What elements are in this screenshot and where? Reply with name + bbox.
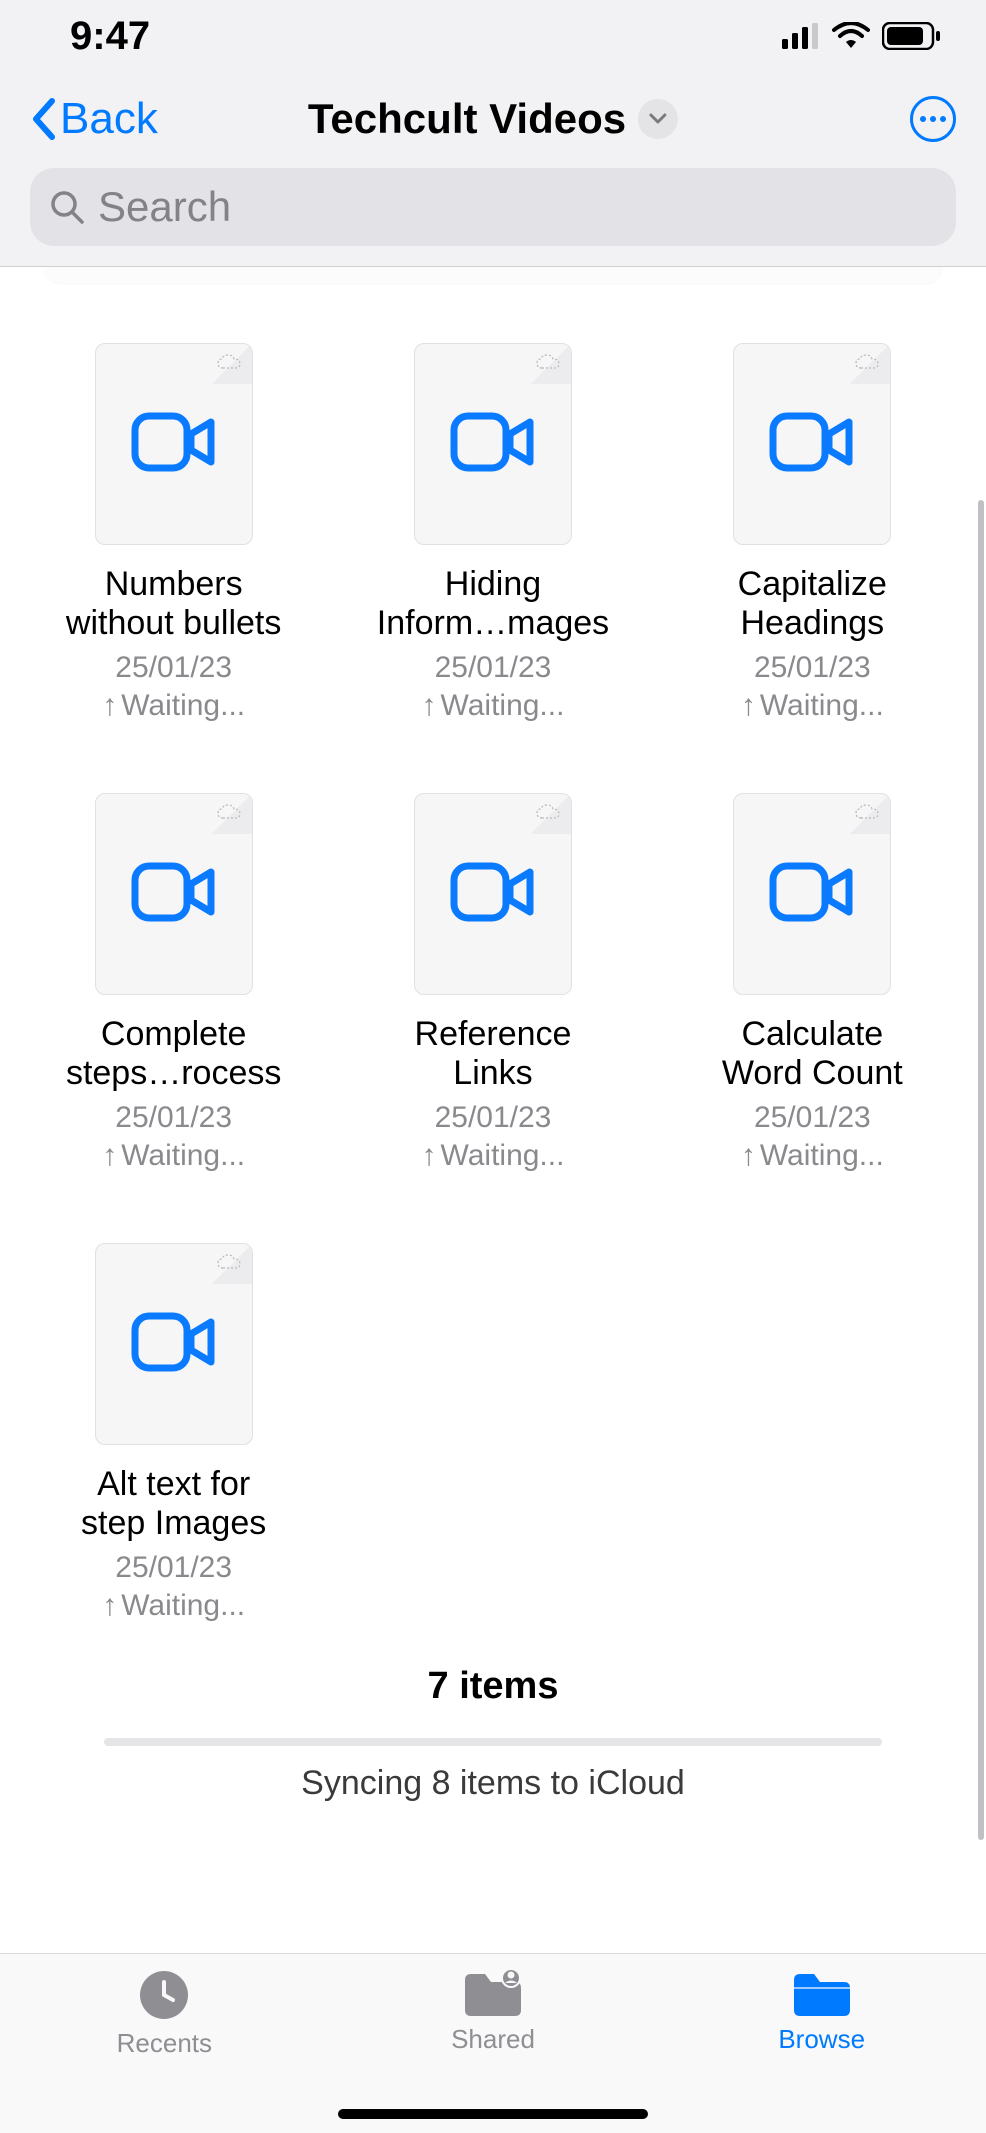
upload-arrow-icon: ↑ [422, 689, 437, 723]
cloud-sync-icon [216, 804, 242, 820]
tab-label: Shared [451, 2024, 535, 2055]
battery-icon [882, 22, 942, 50]
file-status: ↑ Waiting... [102, 689, 245, 723]
search-input[interactable]: Search [30, 168, 956, 246]
video-icon [450, 862, 536, 927]
tab-label: Browse [778, 2024, 865, 2055]
upload-arrow-icon: ↑ [102, 1589, 117, 1623]
upload-arrow-icon: ↑ [741, 1139, 756, 1173]
previous-card-bottom [44, 267, 942, 283]
chevron-down-icon [638, 99, 678, 139]
file-item[interactable]: Hiding Inform…mages 25/01/23 ↑ Waiting..… [363, 343, 622, 723]
file-thumbnail [95, 343, 253, 545]
file-name: Calculate Word Count [722, 1015, 903, 1093]
file-name: Reference Links [415, 1015, 572, 1093]
dot-icon [930, 116, 936, 122]
back-label: Back [60, 94, 158, 144]
cloud-sync-icon [216, 1254, 242, 1270]
folder-icon [790, 1968, 854, 2018]
search-placeholder: Search [98, 183, 231, 231]
file-name: Complete steps…rocess [66, 1015, 281, 1093]
file-item[interactable]: Complete steps…rocess 25/01/23 ↑ Waiting… [44, 793, 303, 1173]
upload-arrow-icon: ↑ [102, 1139, 117, 1173]
cloud-sync-icon [854, 354, 880, 370]
file-status: ↑ Waiting... [422, 1139, 565, 1173]
shared-folder-icon [461, 1968, 525, 2018]
cloud-sync-icon [854, 804, 880, 820]
video-icon [131, 412, 217, 477]
file-grid-container: Numbers without bullets 25/01/23 ↑ Waiti… [0, 283, 986, 1803]
status-time: 9:47 [70, 14, 150, 59]
tab-shared[interactable]: Shared [329, 1954, 658, 2133]
cloud-sync-icon [535, 354, 561, 370]
file-name: Alt text for step Images [81, 1465, 266, 1543]
home-indicator[interactable] [338, 2109, 648, 2119]
file-item[interactable]: Reference Links 25/01/23 ↑ Waiting... [363, 793, 622, 1173]
wifi-icon [832, 22, 870, 50]
file-date: 25/01/23 [754, 651, 871, 685]
clock-icon [137, 1968, 191, 2022]
file-name: Capitalize Headings [738, 565, 887, 643]
title-dropdown[interactable]: Techcult Videos [308, 95, 678, 143]
video-icon [769, 412, 855, 477]
video-icon [450, 412, 536, 477]
video-icon [131, 1312, 217, 1377]
file-thumbnail [414, 793, 572, 995]
sync-progress [104, 1738, 882, 1746]
tab-label: Recents [117, 2028, 212, 2059]
sync-status: Syncing 8 items to iCloud [44, 1764, 942, 1803]
cloud-sync-icon [216, 354, 242, 370]
file-item[interactable]: Capitalize Headings 25/01/23 ↑ Waiting..… [683, 343, 942, 723]
search-icon [50, 190, 84, 224]
tab-browse[interactable]: Browse [657, 1954, 986, 2133]
file-status: ↑ Waiting... [102, 1139, 245, 1173]
file-item[interactable]: Calculate Word Count 25/01/23 ↑ Waiting.… [683, 793, 942, 1173]
status-indicators [782, 22, 942, 50]
file-name: Numbers without bullets [66, 565, 281, 643]
file-item[interactable]: Numbers without bullets 25/01/23 ↑ Waiti… [44, 343, 303, 723]
upload-arrow-icon: ↑ [741, 689, 756, 723]
upload-arrow-icon: ↑ [422, 1139, 437, 1173]
chevron-left-icon [30, 97, 58, 141]
file-date: 25/01/23 [435, 651, 552, 685]
back-button[interactable]: Back [30, 94, 158, 144]
file-item[interactable]: Alt text for step Images 25/01/23 ↑ Wait… [44, 1243, 303, 1623]
file-thumbnail [733, 793, 891, 995]
file-status: ↑ Waiting... [741, 689, 884, 723]
file-thumbnail [95, 1243, 253, 1445]
item-count: 7 items [44, 1665, 942, 1708]
file-thumbnail [95, 793, 253, 995]
file-thumbnail [414, 343, 572, 545]
tab-bar: Recents Shared Browse [0, 1953, 986, 2133]
file-date: 25/01/23 [115, 651, 232, 685]
navigation-bar: Back Techcult Videos Search [0, 72, 986, 266]
file-status: ↑ Waiting... [422, 689, 565, 723]
tab-recents[interactable]: Recents [0, 1954, 329, 2133]
upload-arrow-icon: ↑ [102, 689, 117, 723]
file-date: 25/01/23 [435, 1101, 552, 1135]
status-bar: 9:47 [0, 0, 986, 72]
more-button[interactable] [910, 96, 956, 142]
cloud-sync-icon [535, 804, 561, 820]
file-date: 25/01/23 [115, 1551, 232, 1585]
cellular-icon [782, 23, 820, 49]
video-icon [131, 862, 217, 927]
dot-icon [920, 116, 926, 122]
scroll-indicator[interactable] [978, 500, 984, 1840]
file-date: 25/01/23 [115, 1101, 232, 1135]
file-name: Hiding Inform…mages [377, 565, 609, 643]
file-date: 25/01/23 [754, 1101, 871, 1135]
dot-icon [940, 116, 946, 122]
file-status: ↑ Waiting... [102, 1589, 245, 1623]
file-thumbnail [733, 343, 891, 545]
file-status: ↑ Waiting... [741, 1139, 884, 1173]
video-icon [769, 862, 855, 927]
page-title: Techcult Videos [308, 95, 626, 143]
